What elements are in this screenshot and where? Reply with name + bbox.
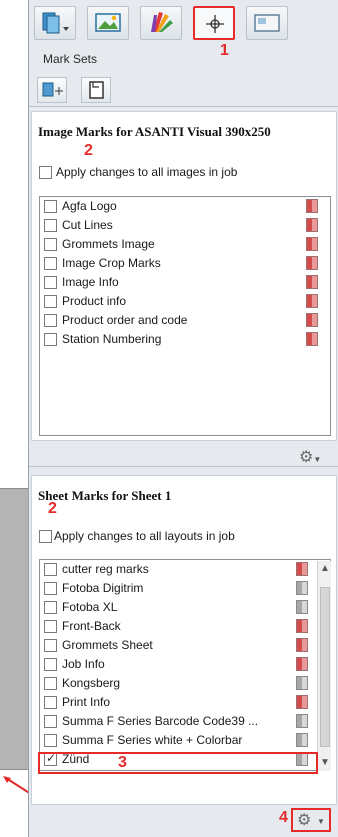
callout-2-image: 2 [84, 142, 93, 159]
sheet-marks-options-button[interactable]: ⚙ ▼ [291, 808, 331, 832]
callout-strip [0, 488, 29, 770]
sheet-mark-checkbox[interactable] [44, 620, 57, 633]
mark-sets-label: Mark Sets [43, 52, 98, 66]
document-icon [89, 81, 104, 99]
mark-swatch-icon[interactable] [296, 581, 308, 595]
chevron-down-icon: ▼ [313, 455, 322, 464]
color-swatches-icon [151, 12, 173, 32]
mark-swatch-icon[interactable] [296, 619, 308, 633]
zund-highlight [38, 752, 318, 774]
color-swatches-button[interactable] [140, 6, 182, 40]
add-mark-set-button[interactable] [37, 77, 67, 103]
crop-marks-button[interactable] [193, 6, 235, 40]
image-mark-checkbox[interactable] [44, 276, 57, 289]
callout-3: 3 [118, 754, 127, 771]
sheet-marks-list: ▲ ▼ cutter reg marks Fotoba Digitrim Fotob… [39, 559, 331, 771]
mark-swatch-icon[interactable] [306, 313, 318, 327]
callout-4: 4 [279, 809, 288, 826]
divider [29, 106, 338, 107]
mark-swatch-icon[interactable] [296, 714, 308, 728]
mark-swatch-icon[interactable] [296, 695, 308, 709]
sheet-mark-checkbox[interactable] [44, 715, 57, 728]
apply-all-images-checkbox[interactable] [39, 166, 52, 179]
image-marks-title: Image Marks for ASANTI Visual 390x250 [38, 124, 271, 139]
image-mark-checkbox[interactable] [44, 257, 57, 270]
sheet-mark-checkbox[interactable] [44, 677, 57, 690]
apply-all-layouts-checkbox[interactable] [39, 530, 52, 543]
layout-icon [254, 14, 280, 32]
chevron-up-icon[interactable]: ▲ [320, 563, 330, 574]
image-mark-checkbox[interactable] [44, 238, 57, 251]
sheet-mark-checkbox[interactable] [44, 582, 57, 595]
gear-icon: ⚙ [299, 449, 314, 466]
mark-swatch-icon[interactable] [296, 676, 308, 690]
marks-panel: 1 Mark Sets Image Marks for ASANTI Visua… [28, 0, 338, 837]
mark-swatch-icon[interactable] [306, 199, 318, 213]
add-mark-set-icon [42, 82, 63, 97]
chevron-down-icon[interactable]: ▼ [320, 757, 330, 768]
layers-button[interactable] [34, 6, 76, 40]
sheet-mark-label: Grommets Sheet [62, 638, 153, 652]
sheet-mark-checkbox[interactable] [44, 639, 57, 652]
chevron-down-icon: ▼ [317, 817, 325, 826]
image-marks-options-button[interactable]: ⚙▼ [299, 447, 321, 467]
image-mark-label: Product info [62, 294, 127, 308]
sheet-mark-label: Fotoba Digitrim [62, 581, 144, 595]
callout-2-sheet: 2 [48, 500, 57, 517]
sheet-mark-checkbox[interactable] [44, 563, 57, 576]
image-mark-label: Grommets Image [62, 237, 155, 251]
sheet-mark-label: Kongsberg [62, 676, 121, 690]
sheet-mark-label: Front-Back [62, 619, 121, 633]
sheet-mark-label: Summa F Series white + Colorbar [62, 733, 243, 747]
mark-swatch-icon[interactable] [296, 733, 308, 747]
image-button[interactable] [87, 6, 129, 40]
image-mark-label: Product order and code [62, 313, 188, 327]
scrollbar-thumb[interactable] [320, 587, 330, 747]
sheet-mark-label: Summa F Series Barcode Code39 ... [62, 714, 259, 728]
sheet-mark-label: Fotoba XL [62, 600, 118, 614]
mark-swatch-icon[interactable] [306, 218, 318, 232]
layers-icon [42, 12, 69, 34]
mark-swatch-icon[interactable] [296, 600, 308, 614]
image-mark-checkbox[interactable] [44, 333, 57, 346]
mark-swatch-icon[interactable] [306, 275, 318, 289]
callout-1: 1 [220, 42, 229, 59]
image-mark-checkbox[interactable] [44, 200, 57, 213]
image-mark-checkbox[interactable] [44, 295, 57, 308]
layout-button[interactable] [246, 6, 288, 40]
image-mark-checkbox[interactable] [44, 314, 57, 327]
sheet-mark-label: Print Info [62, 695, 111, 709]
sheet-mark-checkbox[interactable] [44, 734, 57, 747]
sheet-mark-checkbox[interactable] [44, 658, 57, 671]
mark-swatch-icon[interactable] [296, 638, 308, 652]
mark-swatch-icon[interactable] [296, 657, 308, 671]
sheet-marks-title: Sheet Marks for Sheet 1 [38, 488, 172, 503]
apply-all-images-label: Apply changes to all images in job [56, 165, 238, 179]
crop-marks-icon [206, 15, 224, 33]
mark-swatch-icon[interactable] [306, 256, 318, 270]
image-mark-checkbox[interactable] [44, 219, 57, 232]
image-mark-label: Cut Lines [62, 218, 113, 232]
sheet-mark-label: Job Info [62, 657, 105, 671]
apply-all-layouts-label: Apply changes to all layouts in job [54, 529, 235, 543]
image-marks-section: Image Marks for ASANTI Visual 390x250 2 … [31, 111, 337, 441]
image-mark-label: Image Crop Marks [62, 256, 161, 270]
mark-swatch-icon[interactable] [306, 237, 318, 251]
image-mark-label: Agfa Logo [62, 199, 117, 213]
scrollbar[interactable]: ▲ ▼ [317, 561, 331, 771]
sheet-mark-label: cutter reg marks [62, 562, 149, 576]
sheet-mark-checkbox[interactable] [44, 601, 57, 614]
mark-swatch-icon[interactable] [306, 294, 318, 308]
sheet-mark-checkbox[interactable] [44, 696, 57, 709]
image-mark-label: Station Numbering [62, 332, 162, 346]
gear-icon: ⚙ [297, 812, 312, 829]
image-icon [95, 13, 121, 32]
divider [29, 466, 338, 467]
sheet-marks-section: Sheet Marks for Sheet 1 2 Apply changes … [31, 475, 337, 805]
image-mark-label: Image Info [62, 275, 119, 289]
mark-swatch-icon[interactable] [296, 562, 308, 576]
mark-swatch-icon[interactable] [306, 332, 318, 346]
document-button[interactable] [81, 77, 111, 103]
image-marks-list: Agfa Logo Cut Lines Grommets Image Image Cr… [39, 196, 331, 436]
